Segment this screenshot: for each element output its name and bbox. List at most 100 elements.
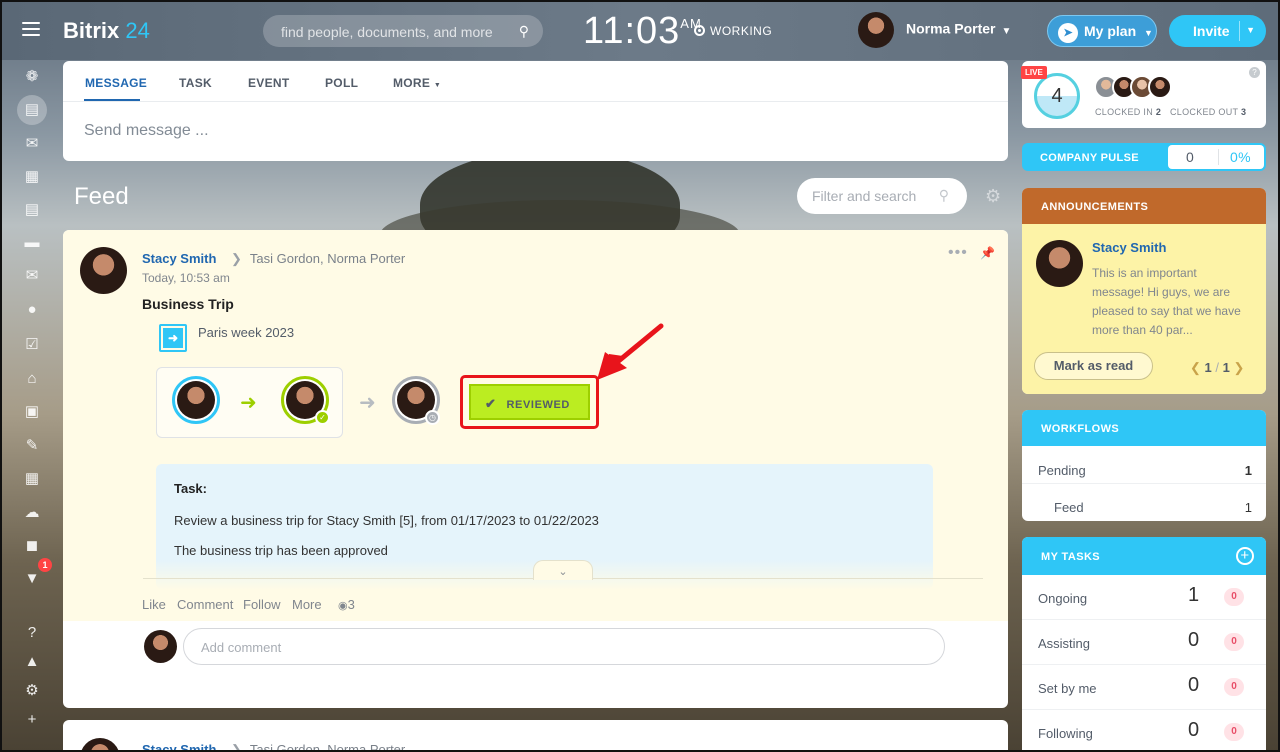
task-counter-label: Set by me bbox=[1038, 681, 1097, 696]
pager-total: 1 bbox=[1222, 360, 1230, 375]
task-result: The business trip has been approved bbox=[174, 543, 388, 558]
expand-button[interactable]: ⌄ bbox=[533, 560, 593, 580]
comment-button[interactable]: Comment bbox=[177, 597, 233, 612]
settings-icon[interactable]: ⚙ bbox=[22, 681, 42, 701]
workflows-widget: WORKFLOWS Pending 1 Feed 1 bbox=[1022, 410, 1266, 521]
mail-icon[interactable]: ✉ bbox=[22, 266, 42, 286]
workflow-row[interactable]: Feed 1 bbox=[1054, 500, 1252, 515]
employee-avatars[interactable] bbox=[1094, 75, 1172, 104]
announcement-text[interactable]: This is an important message! Hi guys, w… bbox=[1092, 264, 1252, 340]
workflows-title: WORKFLOWS bbox=[1022, 410, 1266, 446]
contacts-icon[interactable]: ▦ bbox=[22, 469, 42, 489]
more-button[interactable]: More bbox=[292, 597, 322, 612]
chevron-left-icon[interactable]: ❮ bbox=[1190, 360, 1201, 375]
task-counter-row[interactable]: Following 0 0 bbox=[1022, 710, 1266, 752]
avatar[interactable] bbox=[1036, 240, 1083, 287]
workflow-row[interactable]: Pending 1 bbox=[1038, 463, 1252, 478]
clock-time: 11:03 bbox=[583, 10, 681, 52]
avatar[interactable] bbox=[80, 738, 120, 752]
search-icon[interactable]: ⚲ bbox=[939, 187, 949, 204]
arrow-right-icon: ➜ bbox=[240, 392, 257, 414]
post-author[interactable]: Stacy Smith bbox=[142, 251, 216, 266]
task-counter-row[interactable]: Ongoing 1 0 bbox=[1022, 575, 1266, 620]
task-counter-label: Following bbox=[1038, 726, 1093, 741]
tab-message[interactable]: MESSAGE bbox=[85, 76, 147, 90]
structure-icon[interactable]: ▲ bbox=[22, 652, 42, 672]
chevron-right-icon: ❯ bbox=[231, 742, 242, 752]
tab-event[interactable]: EVENT bbox=[248, 76, 290, 90]
signing-icon[interactable]: ✎ bbox=[22, 436, 42, 456]
chevron-right-icon[interactable]: ❯ bbox=[1234, 360, 1245, 375]
avatar[interactable] bbox=[80, 247, 127, 294]
eye-icon: ◉ bbox=[338, 600, 348, 612]
feed-icon[interactable]: ▤ bbox=[17, 95, 47, 125]
timeman-widget[interactable]: 4 CLOCKED IN 2 CLOCKED OUT 3 ? bbox=[1022, 61, 1266, 128]
post-recipients-names[interactable]: Tasi Gordon, Norma Porter bbox=[250, 742, 405, 752]
logo[interactable]: Bitrix 24 bbox=[63, 18, 150, 44]
widgets-icon[interactable]: ❁ bbox=[22, 67, 42, 87]
task-counter-row[interactable]: Assisting 0 0 bbox=[1022, 620, 1266, 665]
task-counter-row[interactable]: Set by me 0 0 bbox=[1022, 665, 1266, 710]
add-task-icon[interactable]: + bbox=[1236, 547, 1254, 565]
search-icon[interactable]: ⚲ bbox=[519, 23, 529, 40]
tab-poll[interactable]: POLL bbox=[325, 76, 358, 90]
tab-more[interactable]: MORE ▼ bbox=[393, 76, 441, 90]
like-button[interactable]: Like bbox=[142, 597, 166, 612]
invite-button[interactable]: Invite ▼ bbox=[1169, 15, 1266, 47]
announcements-widget: ANNOUNCEMENTS Stacy Smith This is an imp… bbox=[1022, 188, 1266, 394]
documents-icon[interactable]: ▤ bbox=[22, 200, 42, 220]
clock-icon: ◷ bbox=[425, 410, 440, 425]
bots-icon[interactable]: ☁ bbox=[22, 503, 42, 523]
workflow-count: 1 bbox=[1244, 463, 1252, 478]
logo-number: 24 bbox=[125, 18, 150, 43]
user-menu[interactable]: Norma Porter ▼ bbox=[858, 12, 1011, 48]
clocked-in: CLOCKED IN 2 bbox=[1095, 107, 1161, 117]
tab-task[interactable]: TASK bbox=[179, 76, 212, 90]
store-icon[interactable]: ◼ bbox=[22, 536, 42, 556]
drive-icon[interactable]: ▬ bbox=[22, 233, 42, 253]
send-message-input[interactable]: Send message ... bbox=[84, 122, 209, 140]
work-status[interactable]: WORKING bbox=[694, 24, 772, 38]
my-plan-button[interactable]: ➤ My plan ▼ bbox=[1047, 15, 1157, 47]
views-counter[interactable]: ◉3 bbox=[338, 597, 355, 612]
announcement-author[interactable]: Stacy Smith bbox=[1092, 240, 1166, 255]
divider bbox=[1239, 21, 1240, 41]
more-options-icon[interactable]: ••• bbox=[948, 244, 968, 262]
filter-search-input[interactable]: Filter and search ⚲ bbox=[797, 178, 967, 214]
search-input[interactable]: find people, documents, and more ⚲ bbox=[263, 15, 543, 47]
live-badge: LIVE bbox=[1021, 66, 1047, 79]
sites-icon[interactable]: ▣ bbox=[22, 402, 42, 422]
mark-as-read-button[interactable]: Mark as read bbox=[1034, 352, 1153, 380]
post-time[interactable]: Today, 10:53 am bbox=[142, 271, 230, 285]
post-author[interactable]: Stacy Smith bbox=[142, 742, 216, 752]
help-icon[interactable]: ? bbox=[22, 623, 42, 643]
gear-icon[interactable]: ⚙ bbox=[985, 186, 1001, 207]
clocked-out-label: CLOCKED OUT bbox=[1170, 107, 1239, 117]
attached-file-name[interactable]: Paris week 2023 bbox=[198, 325, 294, 340]
pin-icon[interactable]: 📌 bbox=[980, 246, 995, 260]
add-icon[interactable]: + bbox=[22, 710, 42, 730]
divider bbox=[63, 101, 1008, 102]
post-recipients-names[interactable]: Tasi Gordon, Norma Porter bbox=[250, 251, 405, 266]
help-icon[interactable]: ? bbox=[1249, 67, 1260, 78]
task-counter-label: Assisting bbox=[1038, 636, 1091, 651]
chevron-down-icon[interactable]: ▼ bbox=[1246, 25, 1255, 35]
reviewed-button[interactable]: ✔ REVIEWED bbox=[469, 384, 590, 420]
add-comment-input[interactable]: Add comment bbox=[183, 628, 945, 665]
more-icon[interactable]: ▼ bbox=[22, 569, 42, 589]
pulse-values: 0 0% bbox=[1168, 145, 1264, 169]
follow-button[interactable]: Follow bbox=[243, 597, 281, 612]
clocked-out-count: 3 bbox=[1240, 107, 1247, 117]
employee-count[interactable]: 4 bbox=[1034, 73, 1080, 119]
approver-avatar[interactable] bbox=[172, 376, 220, 424]
my-tasks-title: MY TASKS + bbox=[1022, 537, 1266, 575]
groups-icon[interactable]: ● bbox=[22, 300, 42, 320]
avatar bbox=[177, 381, 215, 419]
divider bbox=[1022, 483, 1266, 484]
chat-icon[interactable]: ✉ bbox=[22, 134, 42, 154]
crm-icon[interactable]: ⌂ bbox=[22, 369, 42, 389]
company-pulse[interactable]: COMPANY PULSE 0 0% bbox=[1022, 143, 1266, 171]
calendar-icon[interactable]: ▦ bbox=[22, 167, 42, 187]
tasks-icon[interactable]: ☑ bbox=[22, 335, 42, 355]
menu-icon[interactable] bbox=[22, 22, 40, 36]
